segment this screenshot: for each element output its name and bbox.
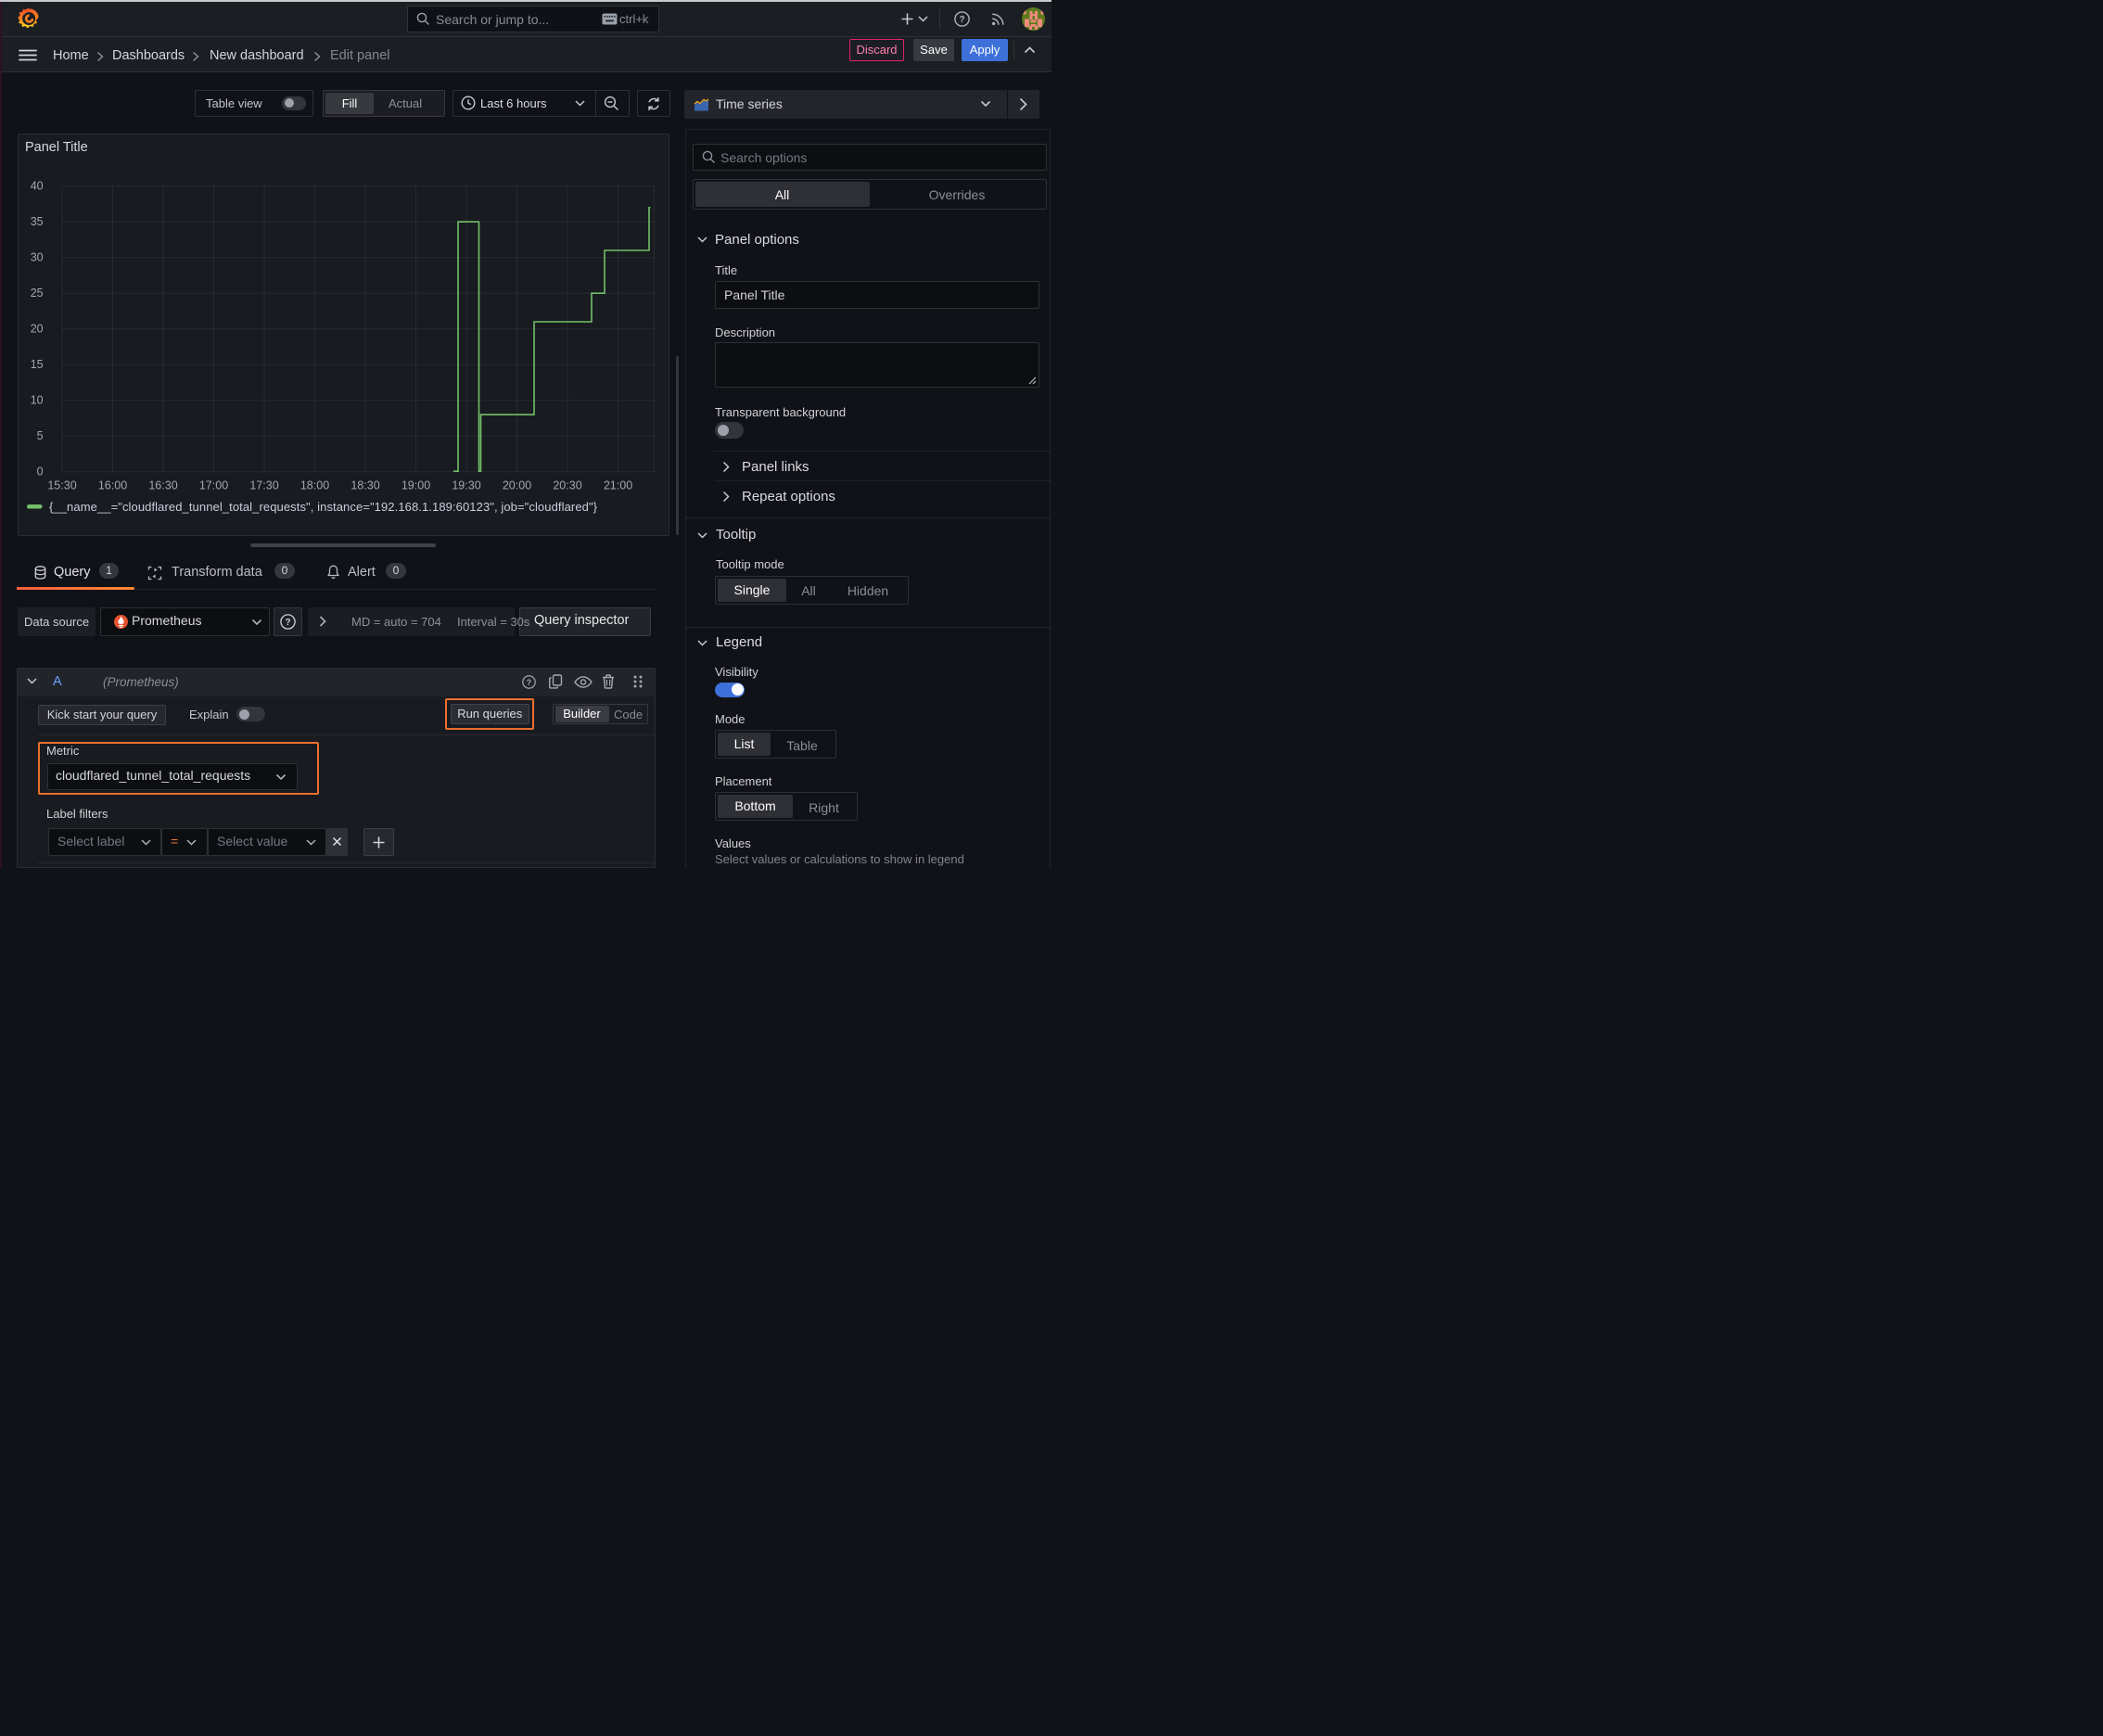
svg-text:19:00: 19:00 bbox=[401, 479, 430, 492]
svg-text:16:00: 16:00 bbox=[98, 479, 127, 492]
svg-text:25: 25 bbox=[31, 287, 44, 300]
svg-text:35: 35 bbox=[31, 215, 44, 228]
svg-text:20: 20 bbox=[31, 323, 44, 336]
svg-text:{__name__="cloudflared_tunnel_: {__name__="cloudflared_tunnel_total_requ… bbox=[49, 500, 598, 514]
svg-text:?: ? bbox=[527, 678, 531, 687]
svg-text:17:30: 17:30 bbox=[249, 479, 278, 492]
svg-text:10: 10 bbox=[31, 394, 44, 407]
svg-text:15: 15 bbox=[31, 358, 44, 371]
svg-text:40: 40 bbox=[31, 180, 44, 193]
svg-text:0: 0 bbox=[37, 466, 44, 479]
svg-text:18:30: 18:30 bbox=[350, 479, 379, 492]
svg-text:21:00: 21:00 bbox=[604, 479, 632, 492]
svg-text:30: 30 bbox=[31, 251, 44, 264]
svg-text:5: 5 bbox=[37, 429, 44, 442]
svg-text:?: ? bbox=[285, 618, 290, 628]
svg-text:15:30: 15:30 bbox=[47, 479, 76, 492]
svg-text:19:30: 19:30 bbox=[452, 479, 480, 492]
svg-text:17:00: 17:00 bbox=[199, 479, 228, 492]
svg-text:20:00: 20:00 bbox=[503, 479, 531, 492]
svg-text:?: ? bbox=[959, 15, 964, 25]
svg-text:18:00: 18:00 bbox=[300, 479, 329, 492]
svg-text:16:30: 16:30 bbox=[148, 479, 177, 492]
svg-text:20:30: 20:30 bbox=[553, 479, 581, 492]
